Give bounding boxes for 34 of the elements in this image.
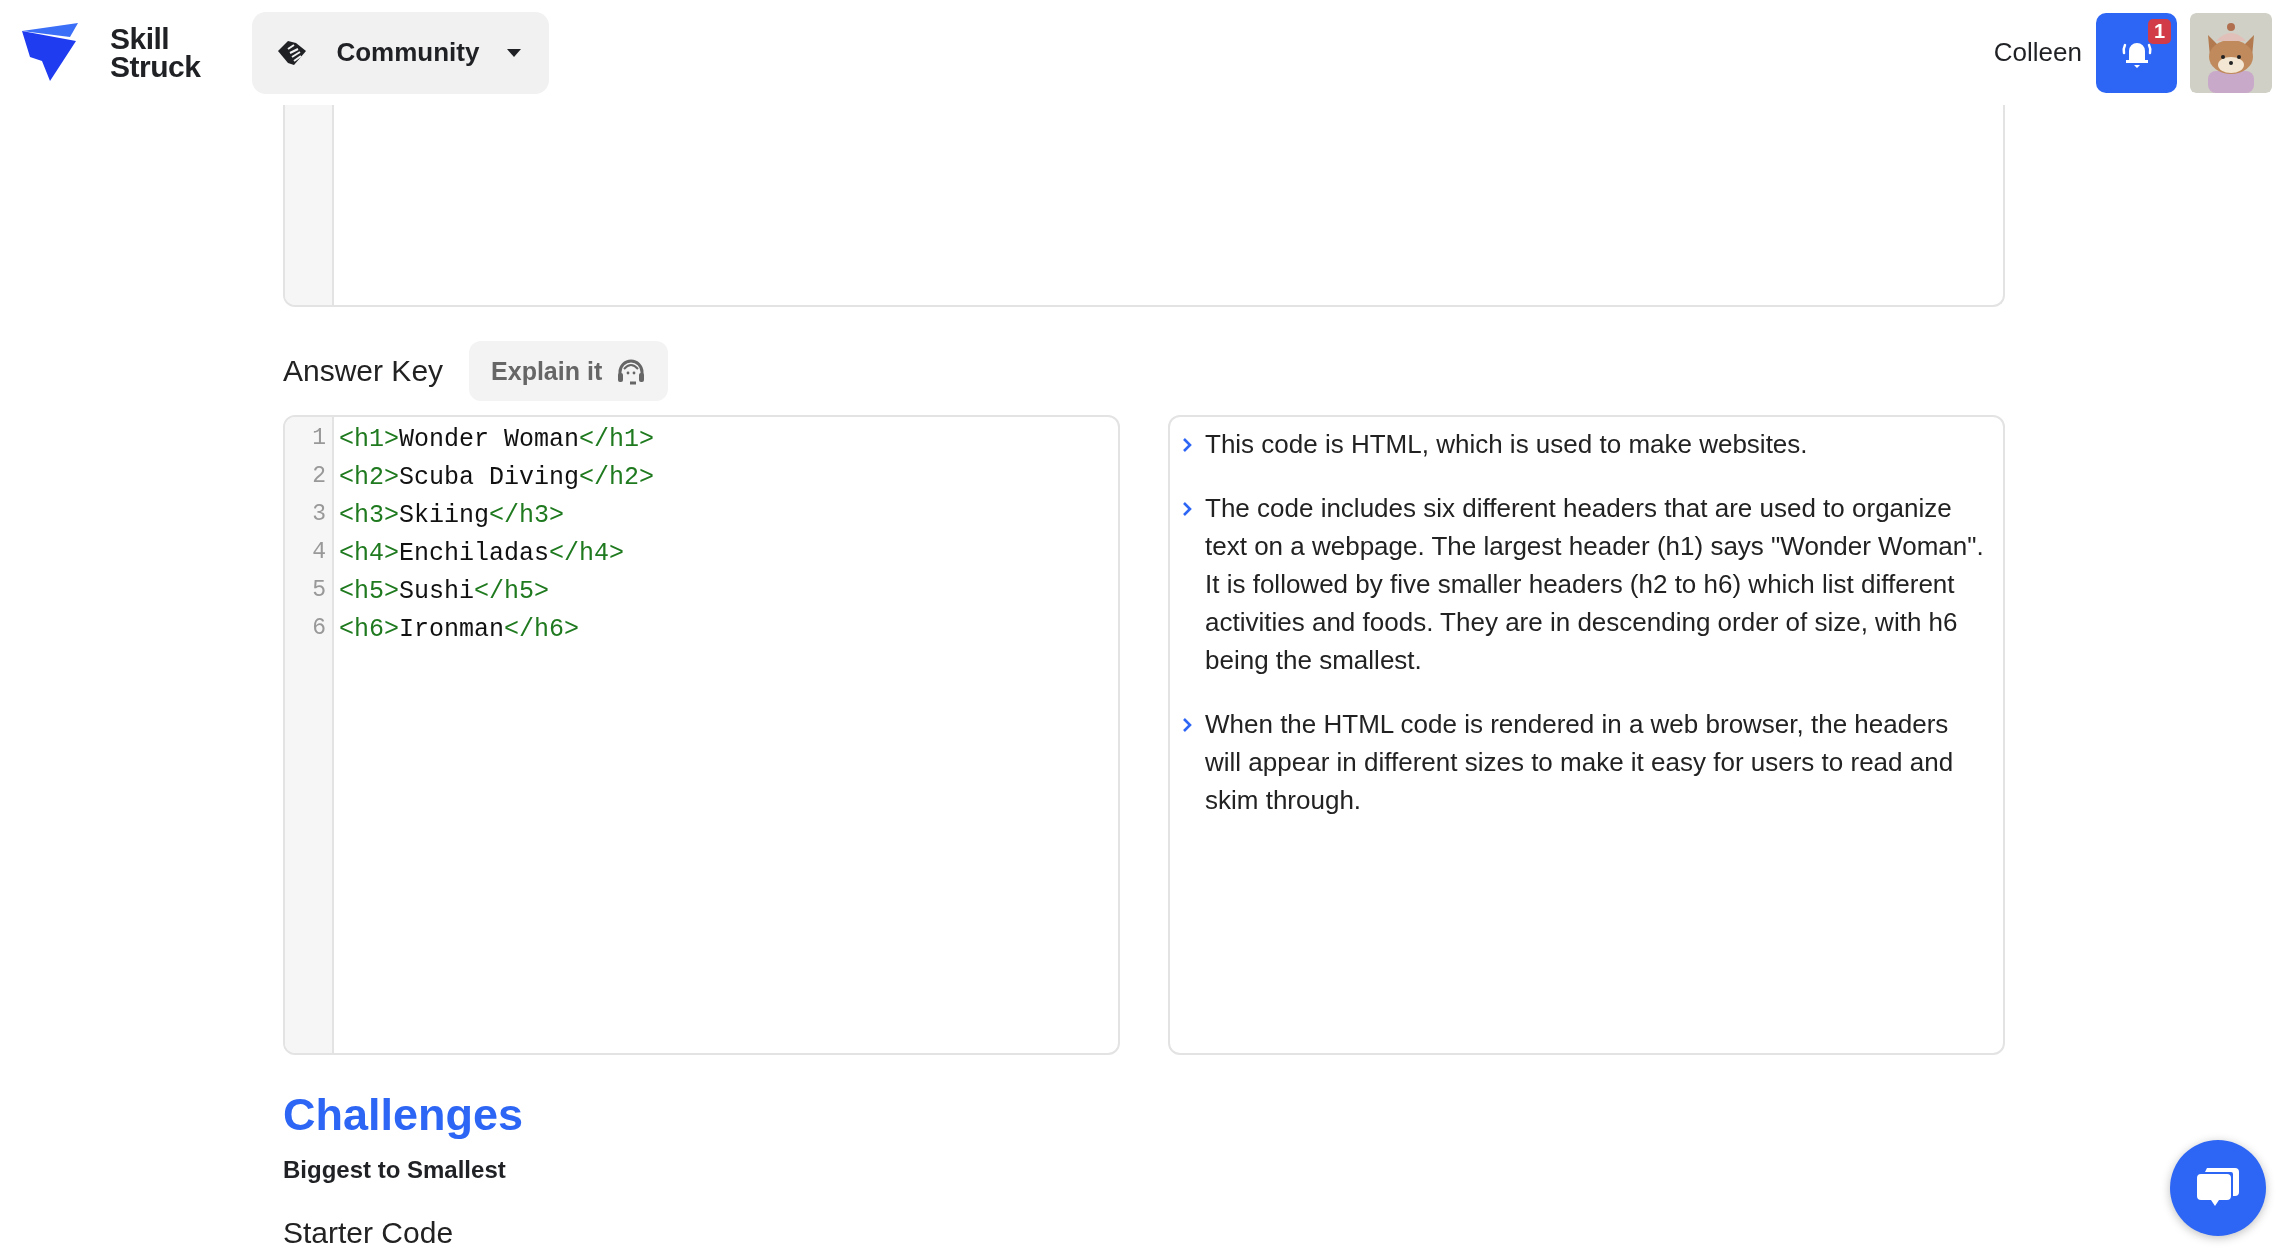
code-line: <h4>Enchiladas</h4> (339, 539, 626, 570)
line-number: 2 (311, 463, 327, 491)
code-line: <h6>Ironman</h6> (339, 615, 581, 646)
line-number: 4 (311, 539, 327, 567)
section-title: Answer Key (283, 354, 444, 388)
code-line: <h5>Sushi</h5> (339, 577, 551, 608)
section-heading: Challenges (283, 1088, 525, 1142)
line-number: 3 (311, 501, 327, 529)
chevron-right-icon (1182, 501, 1192, 517)
chat-button[interactable] (2170, 1140, 2266, 1236)
chevron-right-icon (1182, 717, 1192, 733)
explanation-text: The code includes six different headers that are used to organize text on a webpage. The largest header (h1) says "Wonder Woman". It is followed by five smaller headers (h2 to h6) which list different activities and foods. They are in descending order of size, with h6 being the smallest. (1205, 492, 1985, 677)
headset-icon (616, 357, 647, 385)
avatar-fox-drawing[interactable] (2190, 12, 2272, 93)
user-name: Colleen (1993, 37, 2082, 68)
logo-text: Skill Struck (110, 24, 201, 81)
chevron-right-icon (1182, 437, 1192, 453)
community-menu[interactable]: Community (252, 11, 550, 94)
caret-icon (507, 48, 522, 57)
line-number: 6 (311, 615, 327, 643)
explanation-text: When the HTML code is rendered in a web browser, the headers will appear in different sizes to make it easy for users to read and skim through. (1205, 708, 1955, 817)
code-line: <h1>Wonder Woman</h1> (339, 425, 655, 456)
challenge-title: Biggest to Smallest (283, 1155, 507, 1185)
code-line: <h3>Skiing</h3> (339, 501, 566, 532)
notifications-button[interactable]: 1 (2096, 12, 2177, 93)
section-title: Starter Code (283, 1215, 455, 1251)
line-number: 5 (311, 577, 327, 605)
logo-icon (22, 22, 80, 83)
line-number: 1 (311, 425, 327, 453)
code-line: <h2>Scuba Diving</h2> (339, 463, 655, 494)
notification-count: 1 (2147, 18, 2171, 44)
code-editor[interactable]: 1 2 3 4 5 6 <h1>Wonder Woman</h1> <h2>Scuba Diving</h2> <h3>Skiing</h3> <h4>Enchiladas</h4> <h5>Sushi</h5> <h6>Ironman</h6> (283, 415, 1120, 1055)
explanation-text: This code is HTML, which is used to make websites. (1205, 428, 1808, 461)
explain-it-button[interactable]: Explain it (469, 341, 669, 401)
